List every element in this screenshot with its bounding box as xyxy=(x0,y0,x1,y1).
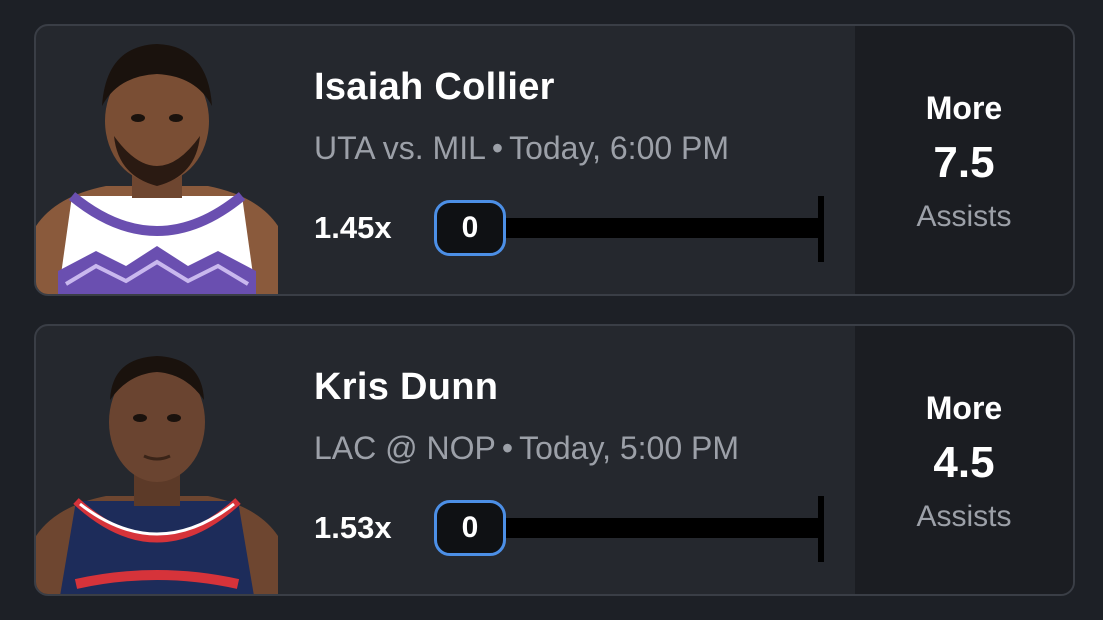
game-time: Today, 5:00 PM xyxy=(519,430,740,466)
progress-current-value: 0 xyxy=(434,500,506,556)
game-info: LAC @ NOP • Today, 5:00 PM xyxy=(314,430,739,467)
pick-direction: More xyxy=(925,90,1003,126)
projection-panel[interactable]: More 7.5 Assists xyxy=(855,26,1073,294)
matchup: LAC @ NOP xyxy=(314,430,496,466)
pick-card[interactable]: Kris Dunn LAC @ NOP • Today, 5:00 PM 1.53x… xyxy=(34,324,1075,596)
separator-bullet: • xyxy=(501,430,514,466)
projection-line: 7.5 xyxy=(933,138,995,187)
game-time: Today, 6:00 PM xyxy=(509,130,730,166)
progress-end-marker xyxy=(818,196,824,262)
stat-type: Assists xyxy=(916,200,1012,233)
payout-multiplier: 1.45x xyxy=(314,210,392,245)
stat-type: Assists xyxy=(916,500,1012,533)
projection-line: 4.5 xyxy=(933,438,995,487)
game-info: UTA vs. MIL • Today, 6:00 PM xyxy=(314,130,729,167)
progress-track xyxy=(506,218,822,238)
separator-bullet: • xyxy=(491,130,504,166)
pick-card[interactable]: Isaiah Collier UTA vs. MIL • Today, 6:00 P… xyxy=(34,24,1075,296)
player-name: Kris Dunn xyxy=(314,366,499,408)
matchup: UTA vs. MIL xyxy=(314,130,486,166)
player-avatar xyxy=(36,326,278,594)
progress-end-marker xyxy=(818,496,824,562)
player-avatar xyxy=(36,26,278,294)
progress-current-value: 0 xyxy=(434,200,506,256)
payout-multiplier: 1.53x xyxy=(314,510,392,545)
pick-direction: More xyxy=(925,390,1003,426)
projection-panel[interactable]: More 4.5 Assists xyxy=(855,326,1073,594)
player-name: Isaiah Collier xyxy=(314,66,555,108)
progress-track xyxy=(506,518,822,538)
